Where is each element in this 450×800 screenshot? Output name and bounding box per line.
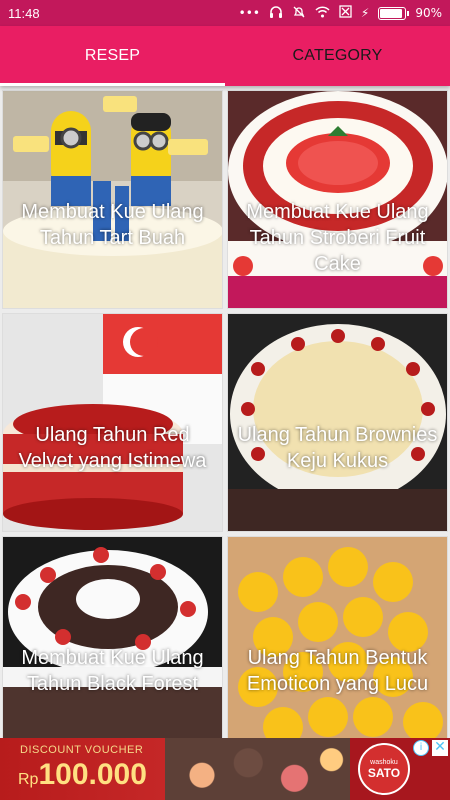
ad-food-image [165,738,350,800]
ad-currency: Rp [18,771,39,788]
tab-category-label: CATEGORY [292,47,383,64]
recipe-card[interactable]: Ulang Tahun Red Velvet yang Istimewa [2,313,223,532]
wifi-icon [315,5,330,21]
recipe-card[interactable]: Membuat Kue Ulang Tahun Stroberi Fruit C… [227,90,448,309]
tab-bar: RESEP CATEGORY [0,26,450,86]
recipe-title: Membuat Kue Ulang Tahun Black Forest [21,647,204,695]
tab-resep-label: RESEP [84,47,141,64]
more-icon: ••• [238,6,260,20]
signal-off-icon [339,5,352,21]
battery-percent: 90% [415,6,442,20]
ad-close-icon[interactable]: ✕ [432,740,448,756]
ad-info-icon[interactable]: i [413,740,429,756]
active-tab-indicator [0,83,225,86]
recipe-image [228,537,447,738]
ad-brand-big: SATO [367,765,401,780]
ad-brand-logo: washoku SATO [358,743,410,795]
ad-brand-small: washoku [370,758,398,766]
battery-fill [380,8,402,18]
recipe-title: Membuat Kue Ulang Tahun Tart Buah [21,201,204,249]
status-icons: ••• ⚡ 90% [239,5,442,22]
recipe-card[interactable]: Ulang Tahun Bentuk Emoticon yang Lucu [227,536,448,738]
recipe-title: Ulang Tahun Red Velvet yang Istimewa [18,424,207,472]
recipe-grid: Membuat Kue Ulang Tahun Tart Buah Membua… [0,86,450,738]
recipe-card[interactable]: Ulang Tahun Brownies Keju Kukus [227,313,448,532]
ad-banner[interactable]: DISCOUNT VOUCHER Rp100.000 washoku SATO … [0,738,450,800]
recipe-image [3,537,222,738]
ad-voucher-label: DISCOUNT VOUCHER [20,744,144,756]
status-bar: 11:48 ••• ⚡ 90% [0,0,450,26]
battery-icon [378,6,410,20]
tab-resep[interactable]: RESEP [0,26,225,86]
headset-icon [269,5,283,22]
mute-icon [292,5,306,22]
ad-voucher-panel: DISCOUNT VOUCHER Rp100.000 [0,738,175,800]
recipe-title: Membuat Kue Ulang Tahun Stroberi Fruit C… [246,201,429,275]
recipe-card[interactable]: Membuat Kue Ulang Tahun Tart Buah [2,90,223,309]
ad-amount-value: 100.000 [38,758,147,791]
ad-amount: Rp100.000 [18,758,147,792]
charging-icon: ⚡ [360,6,370,20]
status-time: 11:48 [8,5,40,21]
recipe-card[interactable]: Membuat Kue Ulang Tahun Black Forest [2,536,223,738]
tab-category[interactable]: CATEGORY [225,26,450,86]
recipe-title: Ulang Tahun Brownies Keju Kukus [237,424,438,472]
recipe-title: Ulang Tahun Bentuk Emoticon yang Lucu [246,647,429,695]
